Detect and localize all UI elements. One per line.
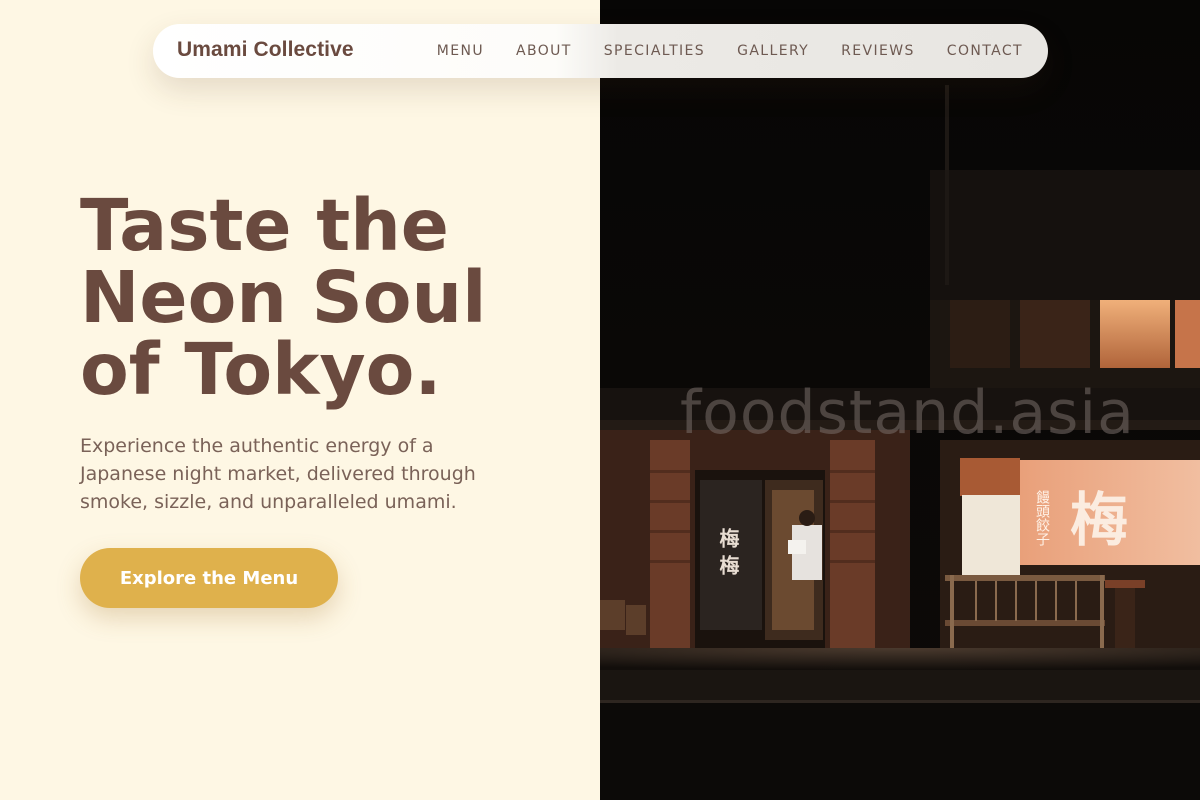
photo-watermark: foodstand.asia [680, 378, 1135, 448]
hero-title-line: Taste the [80, 184, 449, 267]
nav-item-menu[interactable]: MENU [437, 43, 484, 59]
hero-title: Taste the Neon Soul of Tokyo. [80, 190, 560, 406]
nav-item-reviews[interactable]: REVIEWS [841, 43, 915, 59]
noren-small-text: 饅頭餃子 [1034, 489, 1050, 546]
hero-text-panel: Taste the Neon Soul of Tokyo. Experience… [0, 0, 600, 800]
landing-page: Taste the Neon Soul of Tokyo. Experience… [0, 0, 1200, 800]
shop-sign-text: 梅 梅 [716, 527, 740, 576]
explore-menu-button[interactable]: Explore the Menu [80, 548, 338, 608]
brand-logo[interactable]: Umami Collective [177, 38, 354, 62]
nav-item-specialties[interactable]: SPECIALTIES [604, 43, 705, 59]
top-navbar: Umami Collective MENU ABOUT SPECIALTIES … [153, 24, 1048, 78]
hero-title-line: of Tokyo. [80, 328, 442, 411]
hero-title-line: Neon Soul [80, 256, 487, 339]
noren-character: 梅 [1070, 486, 1128, 554]
hero-subtitle: Experience the authentic energy of a Jap… [80, 435, 476, 513]
hero-photo: 梅 梅 梅 饅頭餃子 foodstand.asia [600, 0, 1200, 800]
nav-item-gallery[interactable]: GALLERY [737, 43, 809, 59]
nav-links: MENU ABOUT SPECIALTIES GALLERY REVIEWS C… [437, 24, 1023, 78]
nav-item-contact[interactable]: CONTACT [947, 43, 1023, 59]
nav-item-about[interactable]: ABOUT [516, 43, 572, 59]
